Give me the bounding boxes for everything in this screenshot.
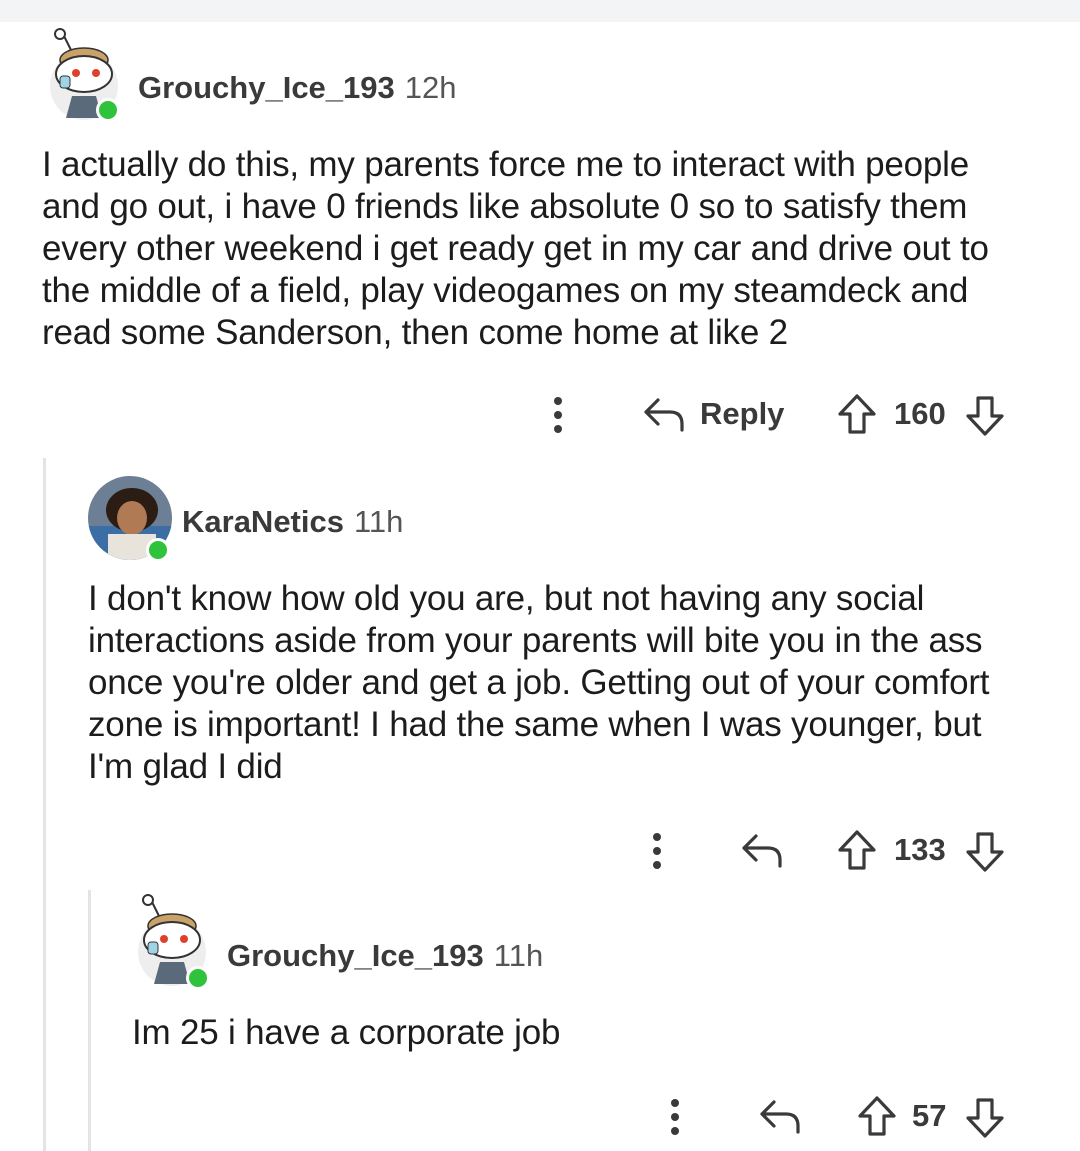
username[interactable]: Grouchy_Ice_193 [138,70,395,105]
comment-actions: Reply 160 [0,390,1080,440]
comment-line: I actually do this, my parents force me … [42,145,970,184]
avatar[interactable] [88,476,172,562]
username[interactable]: Grouchy_Ice_193 [227,938,484,973]
reply-label: Reply [700,396,785,431]
downvote-button[interactable] [964,1096,1006,1140]
online-status-icon [186,966,210,990]
more-options-button[interactable] [645,830,669,872]
vote-score: 57 [912,1098,947,1133]
more-vertical-icon [554,397,562,433]
reply-button[interactable]: Reply [642,394,784,434]
comment-line: the middle of a field, play videogames o… [42,271,969,310]
downvote-button[interactable] [964,830,1006,874]
comment-body: I actually do this, my parents force me … [42,144,989,354]
comment-actions: 133 [0,826,1080,876]
downvote-button[interactable] [964,394,1006,438]
vote-score: 133 [894,832,946,867]
comment-meta: Grouchy_Ice_193 12h [138,70,457,106]
timestamp: 11h [353,504,404,539]
more-vertical-icon [653,833,661,869]
upvote-button[interactable] [836,828,878,872]
comment-meta: Grouchy_Ice_193 11h [227,938,543,974]
timestamp: 12h [404,70,457,105]
reply-button[interactable] [740,830,784,870]
comment-line: and go out, i have 0 friends like absolu… [42,187,968,226]
upvote-arrow-icon [838,830,876,870]
top-strip [0,0,1080,22]
comment-line: read some Sanderson, then come home at l… [42,313,788,352]
vote-score: 160 [894,396,946,431]
more-options-button[interactable] [663,1096,687,1138]
thread-line-level-1[interactable] [43,458,46,1151]
reply-arrow-icon [758,1096,802,1136]
comment-line: interactions aside from your parents wil… [88,621,983,660]
comment-line: once you're older and get a job. Getting… [88,663,990,702]
avatar[interactable] [134,892,210,990]
reply-button[interactable] [758,1096,802,1136]
upvote-button[interactable] [836,392,878,436]
comment-line: zone is important! I had the same when I… [88,705,982,744]
comment-body: Im 25 i have a corporate job [132,1012,560,1054]
comment-meta: KaraNetics 11h [182,504,403,540]
more-vertical-icon [671,1099,679,1135]
comment-line: I'm glad I did [88,747,283,786]
comment-line: Im 25 i have a corporate job [132,1013,561,1052]
downvote-arrow-icon [966,396,1004,436]
online-status-icon [96,98,120,122]
timestamp: 11h [493,938,544,973]
comment-line: every other weekend i get ready get in m… [42,229,989,268]
upvote-button[interactable] [856,1094,898,1138]
comment-body: I don't know how old you are, but not ha… [88,578,990,788]
more-options-button[interactable] [546,394,570,436]
downvote-arrow-icon [966,1098,1004,1138]
username[interactable]: KaraNetics [182,504,344,539]
avatar[interactable] [46,26,122,122]
online-status-icon [146,538,170,562]
upvote-arrow-icon [838,394,876,434]
comment-line: I don't know how old you are, but not ha… [88,579,925,618]
reply-arrow-icon [642,394,686,434]
comment-actions: 57 [0,1092,1080,1142]
reply-arrow-icon [740,830,784,870]
downvote-arrow-icon [966,832,1004,872]
upvote-arrow-icon [858,1096,896,1136]
